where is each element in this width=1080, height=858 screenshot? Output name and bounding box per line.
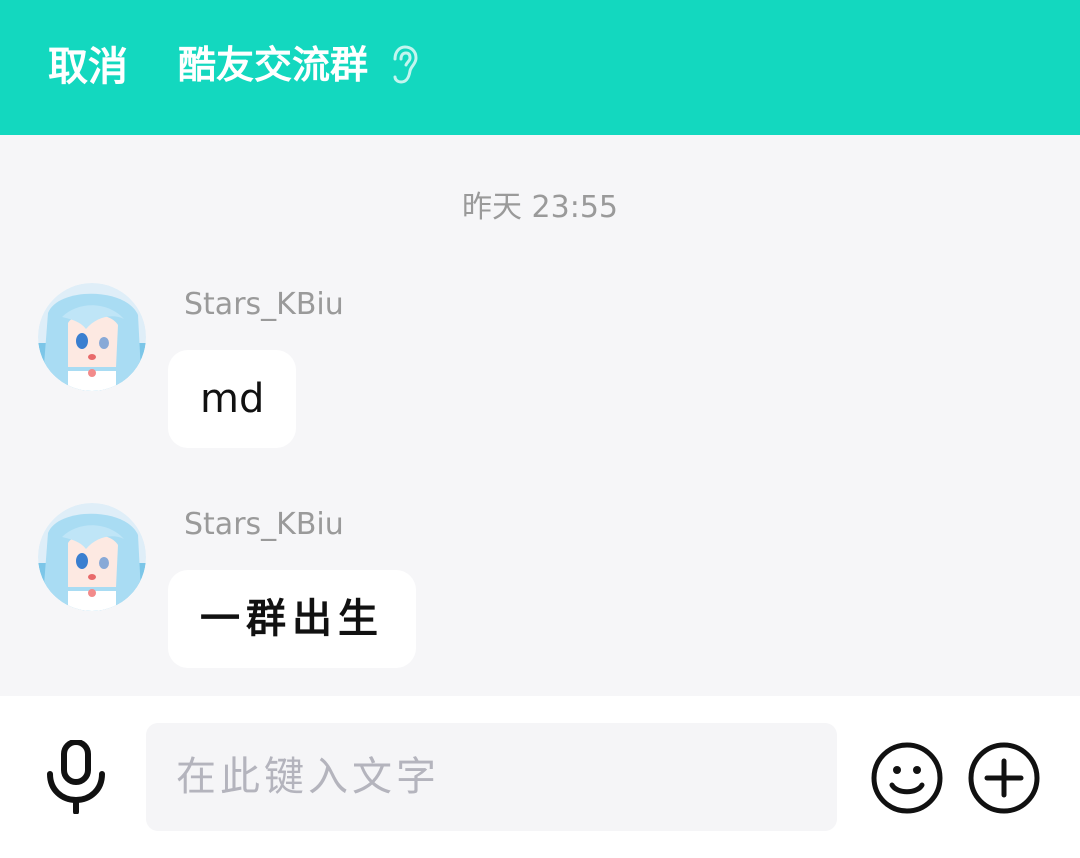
ear-icon: [393, 45, 418, 84]
group-title-area: 酷友交流群: [178, 40, 420, 90]
group-title: 酷友交流群: [178, 43, 369, 87]
message-bubble[interactable]: md: [168, 350, 297, 448]
chat-header: 取消 酷友交流群: [0, 0, 1080, 135]
avatar[interactable]: [38, 283, 146, 391]
input-bar: [0, 696, 1080, 858]
message-bubble[interactable]: 一群出生: [168, 570, 416, 668]
avatar[interactable]: [38, 503, 146, 611]
sender-name: Stars_KBiu: [184, 287, 344, 322]
sender-name: Stars_KBiu: [184, 507, 344, 542]
message-list[interactable]: 昨天 23:55 Stars_KBiu md Stars_KBiu 一群出生: [0, 135, 1080, 696]
message-input[interactable]: [146, 723, 837, 831]
cancel-button[interactable]: 取消: [48, 42, 128, 92]
smiley-icon[interactable]: [870, 741, 944, 815]
message-timestamp: 昨天 23:55: [462, 190, 618, 225]
plus-circle-icon[interactable]: [967, 741, 1041, 815]
microphone-icon[interactable]: [44, 740, 108, 814]
